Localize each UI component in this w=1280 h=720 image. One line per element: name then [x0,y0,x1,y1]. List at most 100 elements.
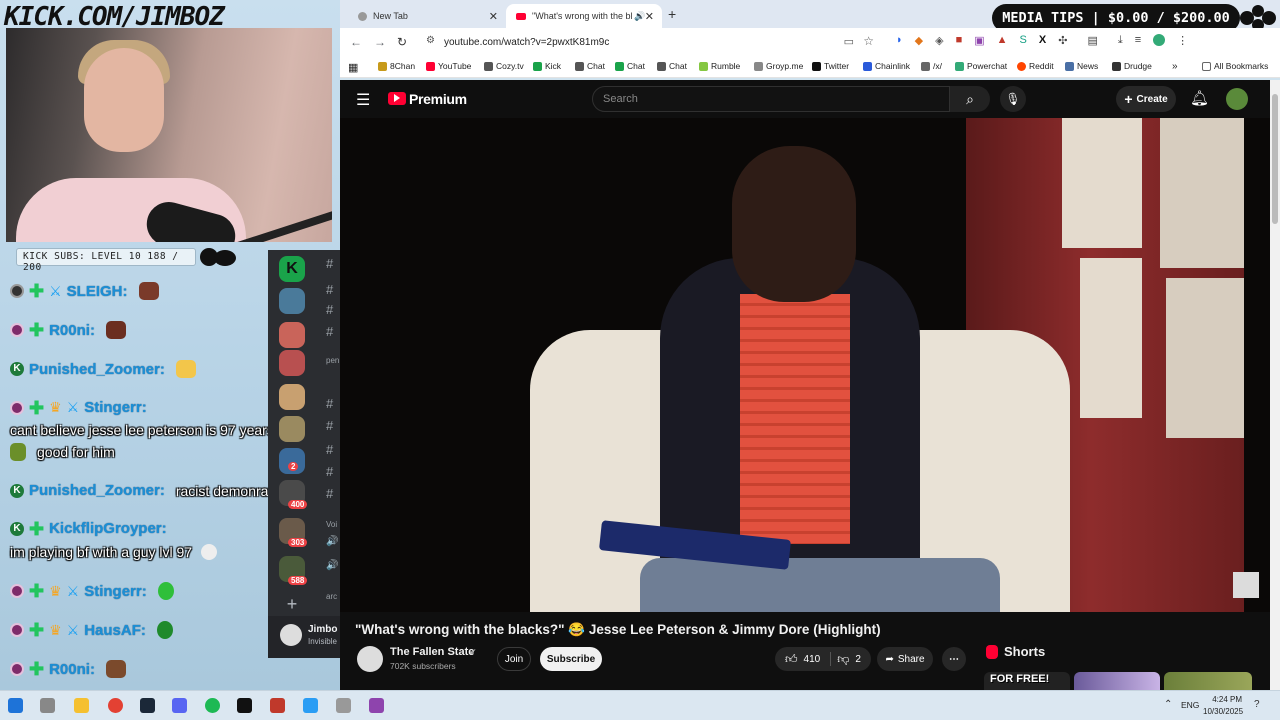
bookmark-cozy[interactable]: Cozy.tv [484,61,524,71]
chevron-up-icon[interactable]: ⌃ [1164,699,1172,710]
thumbs-down-icon[interactable]: 👎︎ [837,652,849,667]
metamask-icon[interactable]: ◆ [915,34,923,47]
new-tab-icon[interactable]: + [668,6,676,22]
search-input[interactable]: Search [592,86,950,112]
x-icon[interactable]: X [1039,34,1046,47]
extension-icon[interactable]: S [1020,34,1027,47]
download-icon[interactable]: ⤓ [1118,34,1123,47]
bookmark-kick[interactable]: Kick [533,61,561,71]
clock-date[interactable]: 10/30/2025 [1203,707,1243,716]
join-button[interactable]: Join [497,647,531,671]
subscribe-button[interactable]: Subscribe [540,647,602,671]
sidepanel-icon[interactable]: ▤ [1087,34,1097,47]
scrollbar-thumb[interactable] [1272,94,1278,224]
channel-name[interactable]: The Fallen State [390,646,474,658]
chevron-right-icon[interactable]: » [1172,61,1178,72]
steam-icon[interactable] [140,698,155,713]
search-icon[interactable]: ⌕ [950,86,990,112]
video-player[interactable] [340,118,1270,612]
reload-icon[interactable]: ↻ [397,35,407,49]
user-panel[interactable]: Jimbo Invisible [268,616,340,658]
more-options-icon[interactable]: ⋯ [942,647,966,671]
back-icon[interactable]: ← [350,35,362,49]
all-bookmarks[interactable]: All Bookmarks [1202,61,1268,71]
short-thumbnail[interactable] [1164,672,1252,690]
server-icon[interactable] [279,416,305,442]
extension-icon[interactable]: ▣ [974,34,984,47]
bookmark-powerchat[interactable]: Powerchat [955,61,1007,71]
apps-icon[interactable]: ▦ [348,61,358,74]
short-thumbnail[interactable] [1074,672,1160,690]
task-view-icon[interactable] [40,698,55,713]
telegram-icon[interactable] [303,698,318,713]
speaker-icon[interactable]: 🔊 [326,560,338,571]
app-icon[interactable] [270,698,285,713]
clock-time[interactable]: 4:24 PM [1210,695,1242,704]
short-thumbnail[interactable]: FOR FREE! [984,672,1070,690]
kick-server-icon[interactable]: K [279,256,305,282]
channel-hash[interactable]: # [326,486,333,501]
extension-icon[interactable]: ◗ [896,34,903,47]
bookmark-drudge[interactable]: Drudge [1112,61,1152,71]
shield-icon[interactable]: ◈ [935,34,943,47]
app-icon[interactable] [336,698,351,713]
profile-avatar[interactable] [1153,34,1166,46]
forward-icon[interactable]: → [374,35,386,49]
dislike-count[interactable]: 2 [855,654,861,665]
bookmark-x-board[interactable]: /x/ [921,61,942,71]
bookmark-chat[interactable]: Chat [615,61,645,71]
notification-icon[interactable]: ? [1254,699,1260,710]
bell-icon[interactable]: 🔔︎ [1190,89,1209,107]
more-icon[interactable]: ⋮ [1177,34,1188,47]
star-icon[interactable]: ☆ [863,34,874,48]
bookmark-chat[interactable]: Chat [657,61,687,71]
channel-hash[interactable]: # [326,464,333,479]
menu-icon[interactable]: ≡ [1135,34,1141,47]
avatar[interactable] [1226,88,1248,110]
speaker-icon[interactable]: 🔊 [326,536,338,547]
address-bar[interactable]: ⚙ youtube.com/watch?v=2pwxtK81m9c ▭ ☆ [420,32,880,52]
server-icon[interactable] [279,322,305,348]
bookmark-chat[interactable]: Chat [575,61,605,71]
hamburger-menu-icon[interactable]: ☰ [356,90,370,110]
file-explorer-icon[interactable] [74,698,89,713]
extension-icon[interactable]: ▲ [997,34,1008,47]
server-icon[interactable] [279,384,305,410]
channel-avatar[interactable] [357,646,383,672]
bookmark-reddit[interactable]: Reddit [1017,61,1054,71]
bookmark-twitter[interactable]: Twitter [812,61,849,71]
scrollbar[interactable] [1270,80,1280,690]
start-icon[interactable] [8,698,23,713]
cast-icon[interactable]: ▭ [844,35,854,48]
terminal-icon[interactable] [237,698,252,713]
speaker-icon[interactable]: 🔊 [634,11,645,22]
puzzle-icon[interactable]: ✣ [1058,34,1067,47]
extension-icon[interactable]: ■ [956,34,963,47]
language-indicator[interactable]: ENG [1181,700,1199,710]
server-icon[interactable] [279,288,305,314]
spotify-icon[interactable] [205,698,220,713]
close-icon[interactable]: ✕ [489,10,498,23]
obs-icon[interactable] [369,698,384,713]
tab-new-tab[interactable]: New Tab ✕ [348,4,506,28]
server-icon[interactable] [279,350,305,376]
channel-hash[interactable]: # [326,396,333,411]
channel-hash[interactable]: # [326,418,333,433]
bookmark-news[interactable]: News [1065,61,1098,71]
bookmark-youtube[interactable]: YouTube [426,61,471,71]
channel-hash[interactable]: # [326,442,333,457]
bookmark-8chan[interactable]: 8Chan [378,61,415,71]
channel-hash[interactable]: # [326,324,333,339]
channel-hash[interactable]: # [326,302,333,317]
bookmark-chainlink[interactable]: Chainlink [863,61,910,71]
bookmark-rumble[interactable]: Rumble [699,61,740,71]
tab-youtube[interactable]: "What's wrong with the bla 🔊 ✕ [506,4,662,28]
site-info-icon[interactable]: ⚙ [426,35,435,46]
discord-icon[interactable] [172,698,187,713]
bookmark-groyp[interactable]: Groyp.me [754,61,803,71]
channel-watermark[interactable] [1233,572,1259,598]
create-button[interactable]: + Create [1116,86,1176,112]
share-button[interactable]: ➦ Share [877,647,933,671]
close-icon[interactable]: ✕ [645,10,654,23]
chrome-icon[interactable] [108,698,123,713]
